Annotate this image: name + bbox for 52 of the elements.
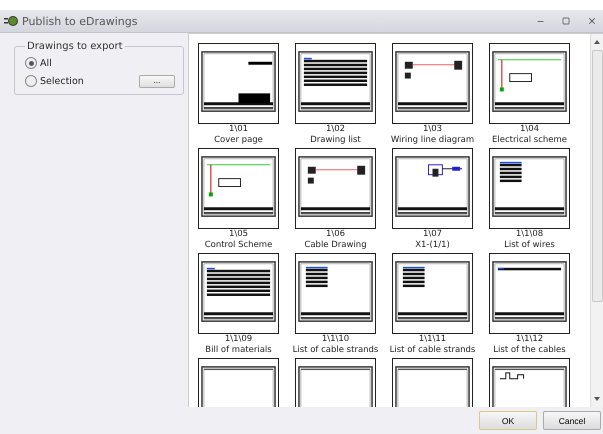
radio-label[interactable]: All <box>40 58 175 68</box>
drawing-title: List of wires <box>504 240 555 251</box>
drawing-title: List of cable strands <box>390 345 476 356</box>
close-icon[interactable] <box>587 16 597 26</box>
drawing-number: 1\04 <box>520 124 540 135</box>
drawing-title: Control Scheme <box>204 240 272 251</box>
maximize-icon[interactable] <box>562 17 570 25</box>
radio-button[interactable] <box>25 75 37 87</box>
drawing-number: 1\1\09 <box>224 334 252 345</box>
drawing-thumbnail[interactable] <box>489 148 570 229</box>
drawing-number: 1\1\08 <box>516 229 544 240</box>
drawing-title: Wiring line diagram <box>390 135 474 146</box>
drawing-thumbnail[interactable] <box>392 43 473 124</box>
drawing-number: 1\1\10 <box>322 334 350 345</box>
cancel-button[interactable]: Cancel <box>543 411 601 430</box>
drawing-title: Electrical scheme <box>492 135 567 146</box>
scroll-up-icon[interactable] <box>593 38 601 46</box>
drawing-title: Cover page <box>214 135 263 146</box>
scroll-down-icon[interactable] <box>593 395 601 403</box>
drawing-number: 1\1\12 <box>516 334 544 345</box>
drawing-thumbnail[interactable] <box>295 43 376 124</box>
radio-button[interactable] <box>25 57 37 69</box>
browse-button[interactable]: ... <box>139 74 175 88</box>
drawing-title: Bill of materials <box>205 345 272 356</box>
drawing-title: List of the cables <box>493 345 566 356</box>
scrollbar[interactable] <box>590 34 603 407</box>
group-title: Drawings to export <box>26 41 124 52</box>
drawing-number: 1\03 <box>422 124 442 135</box>
drawing-title: Cable Drawing <box>304 240 367 251</box>
drawing-number: 1\1\11 <box>418 334 446 345</box>
drawing-thumbnail[interactable] <box>295 148 376 229</box>
drawing-thumbnail[interactable] <box>198 43 279 124</box>
drawing-title: X1-(1/1) <box>415 240 450 251</box>
radio-label[interactable]: Selection <box>40 76 136 86</box>
ok-button[interactable]: OK <box>479 411 537 430</box>
scroll-thumb[interactable] <box>592 50 602 302</box>
app-icon <box>4 15 18 27</box>
drawing-thumbnail[interactable] <box>392 253 473 334</box>
drawing-number: 1\06 <box>326 229 346 240</box>
drawing-thumbnail[interactable] <box>198 148 279 229</box>
drawing-thumbnail[interactable] <box>489 43 570 124</box>
drawing-number: 1\05 <box>228 229 248 240</box>
drawing-thumbnail[interactable] <box>295 253 376 334</box>
drawing-thumbnail[interactable] <box>198 253 279 334</box>
window-title: Publish to eDrawings <box>22 14 138 28</box>
drawing-number: 1\01 <box>228 124 248 135</box>
drawing-title: Drawing list <box>310 135 361 146</box>
drawing-number: 1\07 <box>422 229 442 240</box>
drawing-number: 1\02 <box>326 124 346 135</box>
drawing-thumbnail[interactable] <box>489 253 570 334</box>
drawing-thumbnail[interactable] <box>392 148 473 229</box>
drawing-title: List of cable strands <box>292 345 378 356</box>
